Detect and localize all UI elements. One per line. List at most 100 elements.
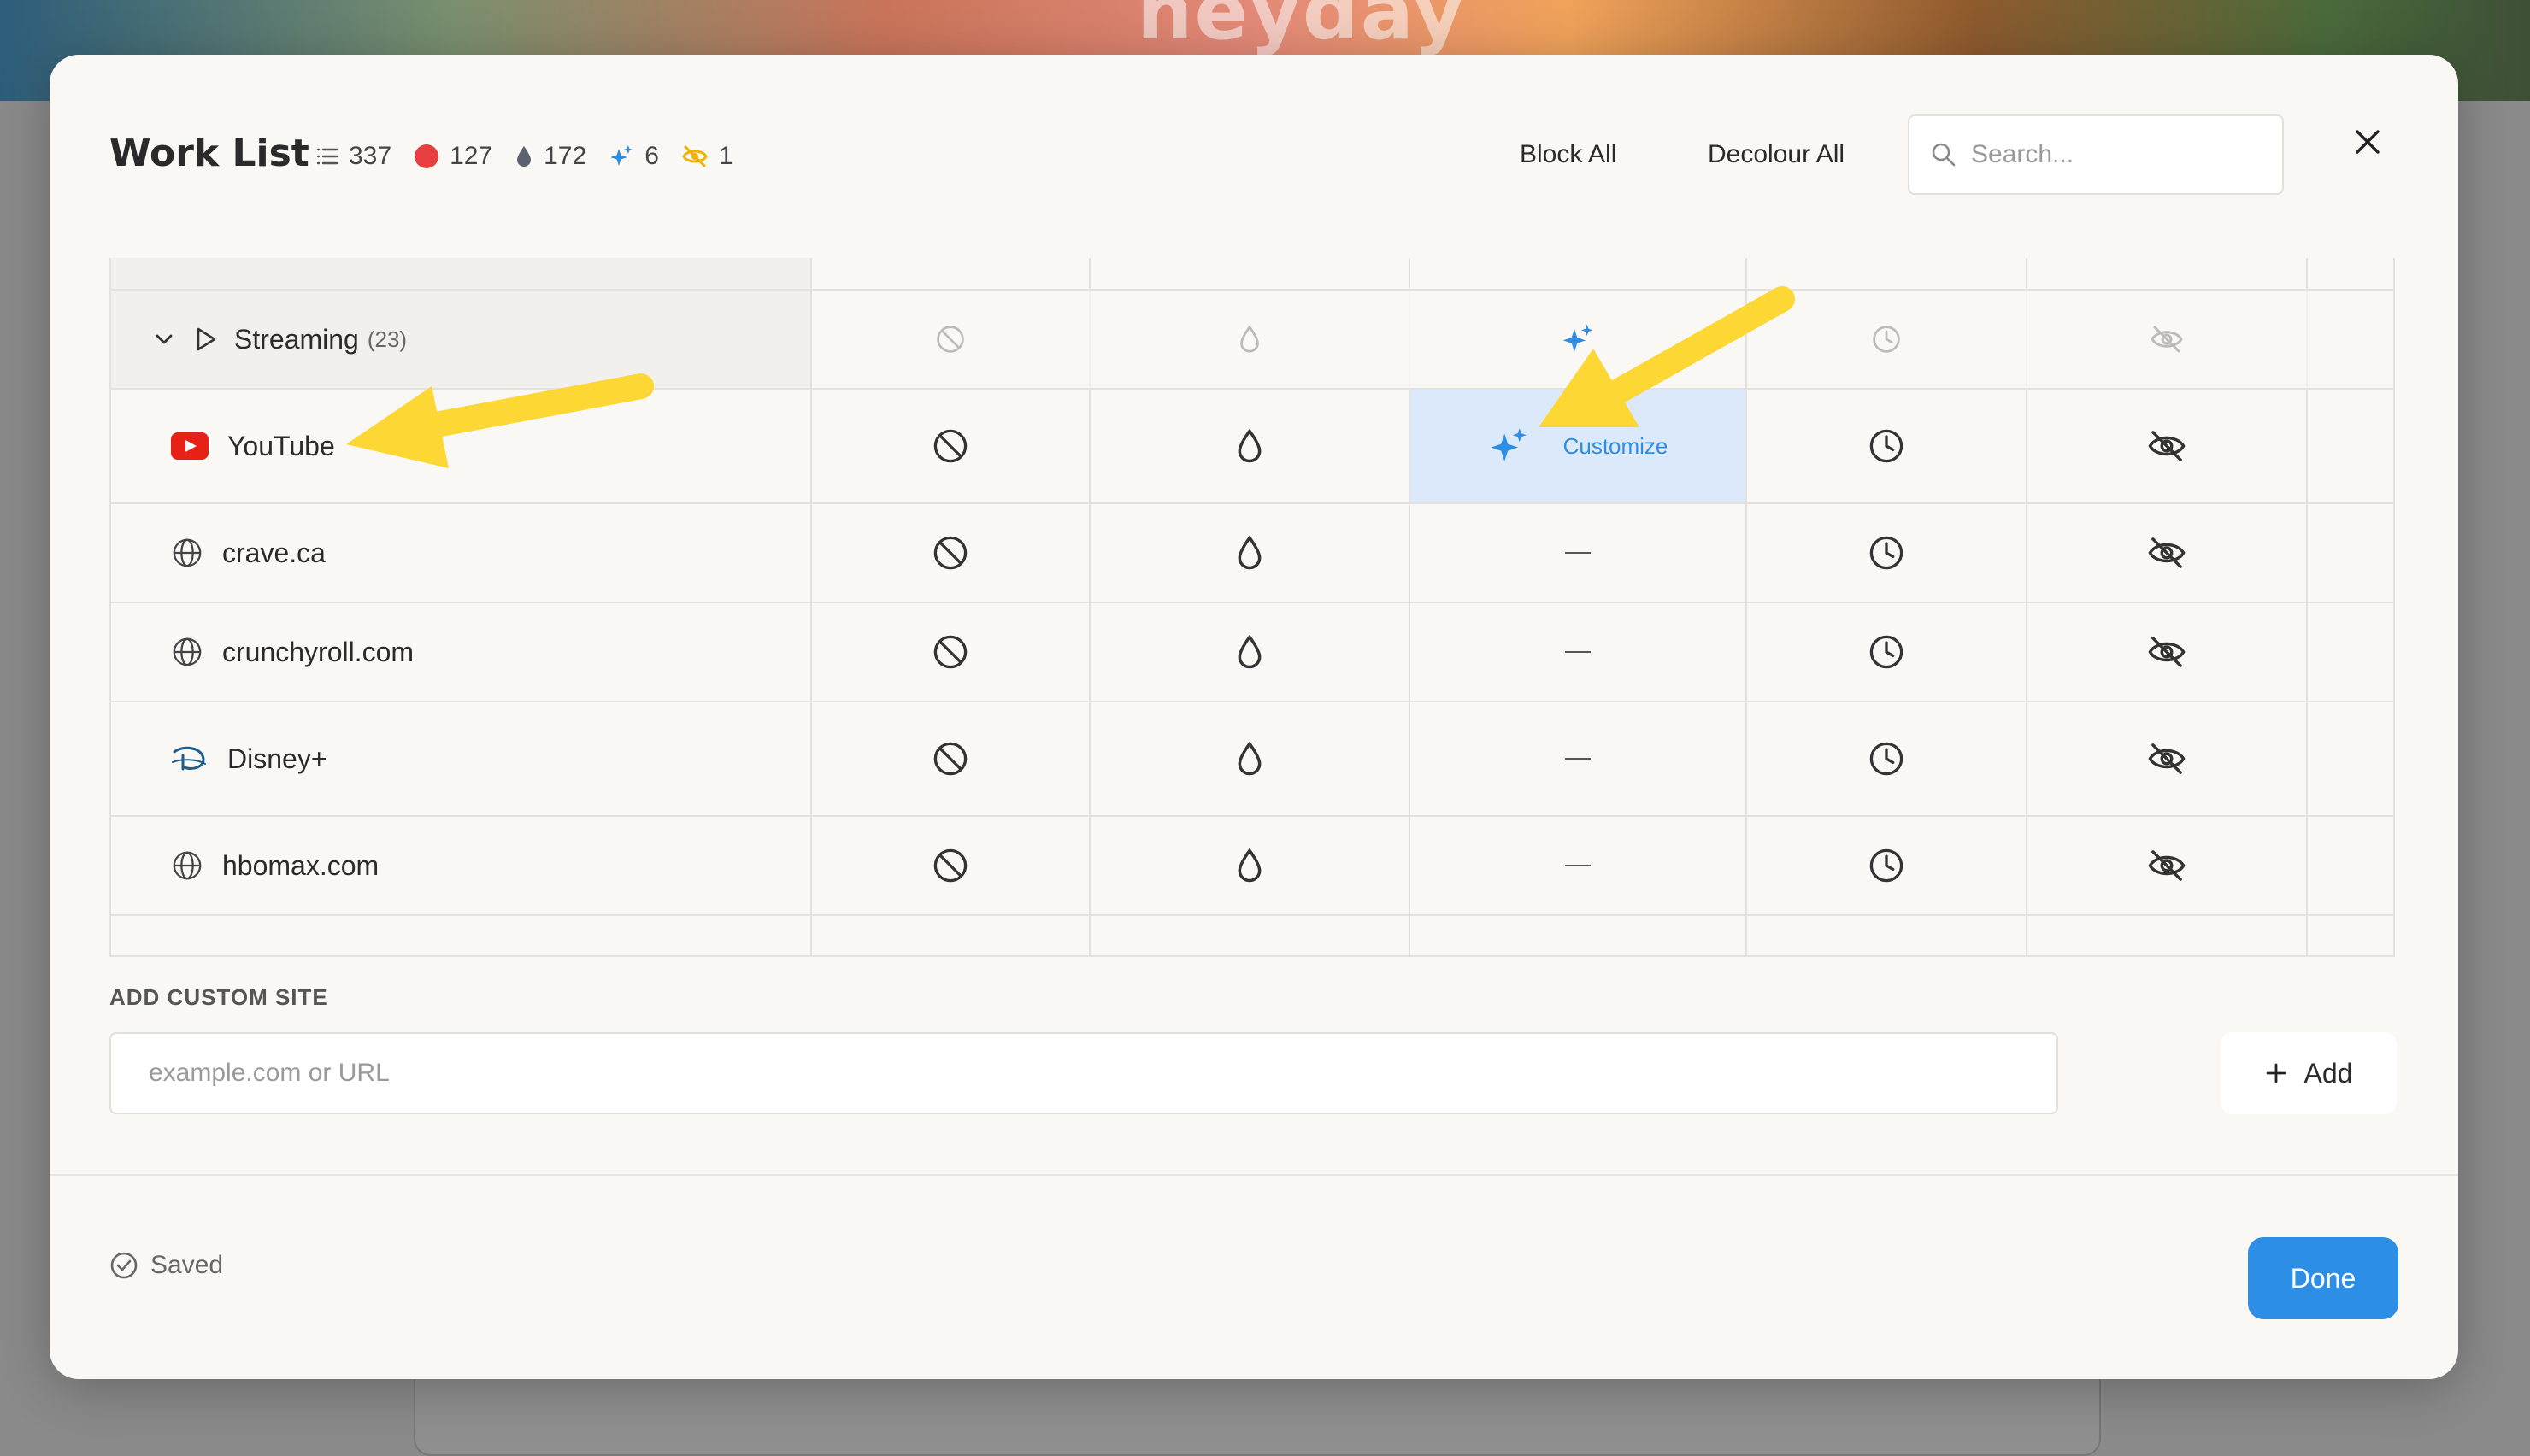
check-circle-icon [110,1252,138,1279]
dash-icon [1565,651,1591,653]
work-list-modal: Work List 337 127 172 6 1 Block All Deco… [50,55,2458,1379]
play-icon [197,327,216,351]
clock-icon [1873,326,1900,353]
site-table: Streaming (23) YouTube Customize crave.c… [109,258,2395,957]
hide-toggle[interactable] [2027,603,2308,701]
decolour-toggle[interactable] [1091,390,1410,502]
group-customize-toggle[interactable] [1410,291,1747,388]
block-icon [933,635,968,669]
customize-label[interactable]: Customize [1563,433,1668,460]
eye-off-icon [2148,637,2186,667]
globe-icon [173,851,202,880]
customize-toggle[interactable] [1410,504,1747,602]
decolour-toggle[interactable] [1091,504,1410,602]
block-icon [933,848,968,883]
schedule-toggle[interactable] [1747,702,2027,815]
add-custom-site-label: ADD CUSTOM SITE [109,984,328,1010]
decolour-toggle[interactable] [1091,817,1410,914]
hide-toggle[interactable] [2027,817,2308,914]
list-icon [316,148,338,165]
dash-icon [1565,865,1591,866]
search-input[interactable] [1969,139,2255,170]
block-icon [937,326,964,353]
stat-decoloured: 172 [515,142,586,171]
eye-off-icon [2148,743,2186,774]
eye-off-icon [2150,326,2183,353]
block-toggle[interactable] [812,817,1091,914]
site-name-cell: hbomax.com [111,817,812,914]
modal-title: Work List [109,132,309,175]
group-hide-toggle[interactable] [2027,291,2308,388]
group-header[interactable]: Streaming (23) [111,291,812,388]
site-name: crave.ca [222,537,326,568]
site-name: hbomax.com [222,849,380,881]
group-schedule-toggle[interactable] [1747,291,2027,388]
chevron-down-icon[interactable] [152,327,176,351]
custom-site-input[interactable] [109,1032,2058,1114]
eye-off-icon [2148,431,2186,461]
saved-text: Saved [150,1251,224,1279]
schedule-toggle[interactable] [1747,817,2027,914]
schedule-toggle[interactable] [1747,603,2027,701]
customize-toggle[interactable] [1410,702,1747,815]
block-icon [933,429,968,463]
block-toggle[interactable] [812,702,1091,815]
customize-toggle[interactable] [1410,603,1747,701]
stat-hidden: 1 [681,142,733,171]
decolour-toggle[interactable] [1091,603,1410,701]
group-block-toggle[interactable] [812,291,1091,388]
hide-toggle[interactable] [2027,702,2308,815]
customize-toggle[interactable] [1410,817,1747,914]
red-dot-icon [415,144,439,168]
site-name-cell: crunchyroll.com [111,603,812,701]
stat-blocked-value: 127 [450,142,493,170]
customize-toggle[interactable]: Customize [1410,390,1747,502]
clock-icon [1869,635,1903,669]
group-name: Streaming [234,323,359,355]
stats-bar: 337 127 172 6 1 [316,142,733,171]
sparkle-icon [1562,324,1593,352]
hide-toggle[interactable] [2027,504,2308,602]
stat-customized: 6 [609,142,659,171]
site-name: Disney+ [227,743,327,774]
block-toggle[interactable] [812,603,1091,701]
site-name-cell: Disney+ [111,702,812,815]
eye-off-icon [2148,850,2186,881]
stat-decoloured-value: 172 [544,142,587,170]
table-row-partial-top [111,258,2393,291]
table-row-crave: crave.ca [111,504,2393,603]
search-box[interactable] [1908,114,2284,195]
table-row-hbomax: hbomax.com [111,817,2393,916]
disney-icon [172,746,206,771]
hide-toggle[interactable] [2027,390,2308,502]
eye-off-icon [2148,537,2186,568]
close-button[interactable] [2352,126,2393,167]
site-name-cell: YouTube [111,390,812,502]
schedule-toggle[interactable] [1747,390,2027,502]
block-toggle[interactable] [812,504,1091,602]
decolour-toggle[interactable] [1091,702,1410,815]
block-toggle[interactable] [812,390,1091,502]
drop-outline-icon [1238,535,1262,570]
search-icon [1932,143,1956,167]
eye-off-icon [682,145,708,167]
site-name-cell: crave.ca [111,504,812,602]
done-button[interactable]: Done [2248,1237,2398,1319]
stat-total: 337 [316,142,391,171]
block-all-button[interactable]: Block All [1520,140,1616,169]
site-name: YouTube [227,430,335,461]
drop-outline-icon [1240,325,1259,353]
background-logo: heyday [1137,0,1466,57]
sparkle-icon [1490,428,1527,461]
decolour-all-button[interactable]: Decolour All [1708,140,1845,169]
dash-icon [1565,552,1591,554]
table-row-partial-bottom [111,916,2393,955]
clock-icon [1869,742,1903,776]
drop-outline-icon [1238,848,1262,883]
drop-outline-icon [1238,634,1262,669]
group-decolour-toggle[interactable] [1091,291,1410,388]
schedule-toggle[interactable] [1747,504,2027,602]
add-button[interactable]: Add [2221,1032,2397,1114]
sparkle-icon [610,145,633,166]
youtube-icon [171,432,209,460]
